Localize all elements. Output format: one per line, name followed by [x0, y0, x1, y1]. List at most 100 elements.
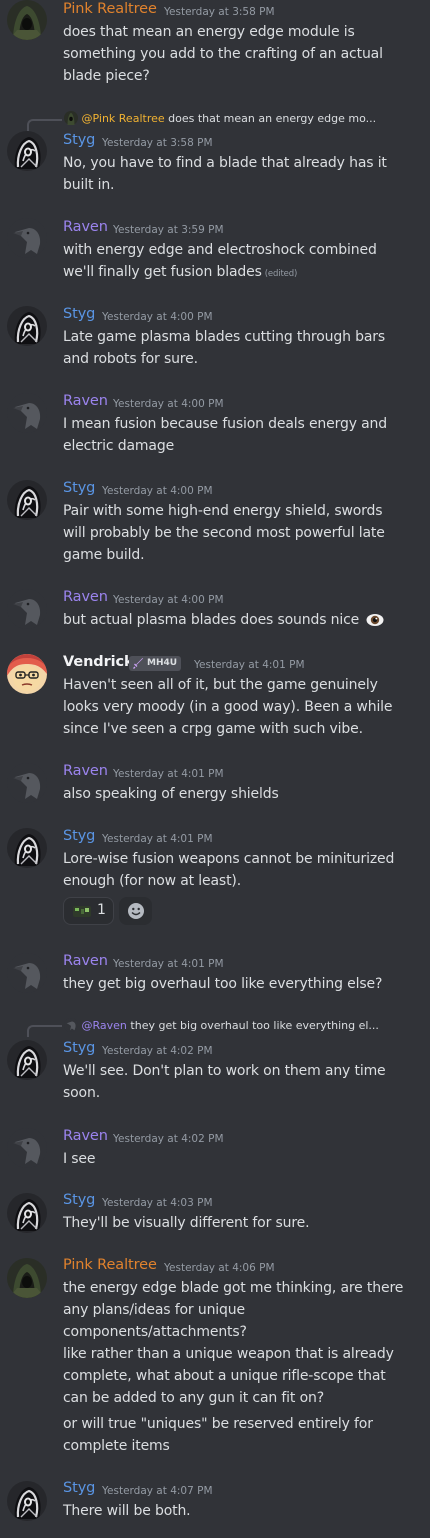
- timestamp: Yesterday at 3:58 PM: [164, 6, 275, 18]
- message-line: We'll see. Don't plan to work on them an…: [63, 1063, 386, 1079]
- avatar-styg[interactable]: [7, 1481, 47, 1521]
- message-text: we'll finally get fusion blades: [63, 264, 262, 280]
- message-line: can be added to any gun it can fit on?: [63, 1390, 324, 1406]
- username[interactable]: Styg: [63, 480, 95, 496]
- timestamp: Yesterday at 4:07 PM: [102, 1485, 213, 1497]
- timestamp: Yesterday at 4:00 PM: [113, 398, 224, 410]
- avatar-raven[interactable]: [7, 393, 47, 433]
- username[interactable]: Raven: [63, 763, 108, 779]
- message-text: but actual plasma blades does sounds nic…: [63, 612, 360, 628]
- timestamp: Yesterday at 4:01 PM: [113, 768, 224, 780]
- message-line: also speaking of energy shields: [63, 786, 279, 802]
- avatar-raven[interactable]: [7, 1128, 47, 1168]
- reply-author: @Pink Realtree: [81, 112, 165, 125]
- message-line: any plans/ideas for unique: [63, 1302, 245, 1318]
- message-line: built in.: [63, 177, 115, 193]
- message-line: something you add to the crafting of an …: [63, 46, 383, 62]
- reply-preview[interactable]: @Pink Realtree does that mean an energy …: [64, 111, 376, 125]
- message-line: No, you have to find a blade that alread…: [63, 155, 387, 171]
- edited-label: (edited): [264, 269, 298, 279]
- timestamp: Yesterday at 4:01 PM: [194, 659, 305, 671]
- message-line: they get big overhaul too like everythin…: [63, 976, 383, 992]
- reply-text: does that mean an energy edge mo...: [168, 112, 377, 125]
- avatar-styg[interactable]: [7, 480, 47, 520]
- timestamp: Yesterday at 4:02 PM: [113, 1133, 224, 1145]
- message-line: There will be both.: [63, 1503, 191, 1519]
- eye-emoji-icon[interactable]: [366, 613, 384, 627]
- avatar-styg[interactable]: [7, 1040, 47, 1080]
- role-badge[interactable]: MH4U: [129, 656, 182, 671]
- username[interactable]: Raven: [63, 393, 108, 409]
- reply-author: @Raven: [81, 1019, 127, 1032]
- timestamp: Yesterday at 4:00 PM: [113, 594, 224, 606]
- username[interactable]: Styg: [63, 1192, 95, 1208]
- avatar-styg[interactable]: [7, 306, 47, 346]
- message-line: components/attachments?: [63, 1324, 247, 1340]
- timestamp: Yesterday at 3:58 PM: [102, 137, 213, 149]
- avatar-styg[interactable]: [7, 828, 47, 868]
- username[interactable]: Styg: [63, 1040, 95, 1056]
- avatar-pink-realtree[interactable]: [7, 0, 47, 40]
- timestamp: Yesterday at 4:01 PM: [113, 958, 224, 970]
- message-line: or will true "uniques" be reserved entir…: [63, 1416, 373, 1432]
- add-reaction-button[interactable]: [119, 897, 152, 925]
- timestamp: Yesterday at 4:02 PM: [102, 1045, 213, 1057]
- message-line: like rather than a unique weapon that is…: [63, 1346, 394, 1362]
- message-line: but actual plasma blades does sounds nic…: [63, 609, 384, 631]
- message-line: the energy edge blade got me thinking, a…: [63, 1280, 404, 1296]
- timestamp: Yesterday at 4:00 PM: [102, 311, 213, 323]
- avatar-vendrick[interactable]: [7, 654, 47, 694]
- avatar-raven[interactable]: [7, 763, 47, 803]
- reaction-button[interactable]: 1: [63, 897, 114, 925]
- reply-text: they get big overhaul too like everythin…: [130, 1019, 379, 1032]
- smiley-icon: [128, 903, 144, 919]
- message-line: complete items: [63, 1438, 170, 1454]
- avatar-raven[interactable]: [7, 953, 47, 993]
- username[interactable]: Styg: [63, 132, 95, 148]
- username[interactable]: Pink Realtree: [63, 1, 157, 17]
- reply-preview[interactable]: @Raven they get big overhaul too like ev…: [64, 1018, 379, 1032]
- message-line: enough (for now at least).: [63, 873, 242, 889]
- username[interactable]: Raven: [63, 589, 108, 605]
- timestamp: Yesterday at 4:03 PM: [102, 1197, 213, 1209]
- message-line: does that mean an energy edge module is: [63, 24, 355, 40]
- username[interactable]: Pink Realtree: [63, 1257, 157, 1273]
- message-line: Pair with some high-end energy shield, s…: [63, 503, 383, 519]
- message-line: electric damage: [63, 438, 175, 454]
- badge-label: MH4U: [147, 658, 178, 668]
- message-line: blade piece?: [63, 68, 150, 84]
- username[interactable]: Vendrick: [63, 654, 134, 670]
- message-line: game build.: [63, 547, 145, 563]
- message-line: I see: [63, 1151, 96, 1167]
- message-line: Lore-wise fusion weapons cannot be minit…: [63, 851, 395, 867]
- reply-avatar-icon: [64, 111, 78, 125]
- message-line: looks very moody (in a good way). Been a…: [63, 699, 393, 715]
- message-line: we'll finally get fusion blades (edited): [63, 261, 297, 285]
- message-line: soon.: [63, 1085, 100, 1101]
- sword-icon: [133, 658, 143, 669]
- avatar-styg[interactable]: [7, 1193, 47, 1233]
- username[interactable]: Raven: [63, 1128, 108, 1144]
- reaction-count: 1: [97, 902, 106, 918]
- message-line: and robots for sure.: [63, 351, 198, 367]
- username[interactable]: Raven: [63, 219, 108, 235]
- timestamp: Yesterday at 4:00 PM: [102, 485, 213, 497]
- message-line: Late game plasma blades cutting through …: [63, 329, 386, 345]
- timestamp: Yesterday at 4:06 PM: [164, 1262, 275, 1274]
- message-line: since I've seen a crpg game with such vi…: [63, 721, 363, 737]
- username[interactable]: Styg: [63, 306, 95, 322]
- username[interactable]: Raven: [63, 953, 108, 969]
- message-line: with energy edge and electroshock combin…: [63, 242, 377, 258]
- custom-emoji-icon: [73, 906, 91, 917]
- message-line: complete, what about a unique rifle-scop…: [63, 1368, 386, 1384]
- message-line: will probably be the second most powerfu…: [63, 525, 385, 541]
- reply-connector: [27, 1025, 62, 1037]
- avatar-raven[interactable]: [7, 589, 47, 629]
- avatar-styg[interactable]: [7, 131, 47, 171]
- timestamp: Yesterday at 3:59 PM: [113, 224, 224, 236]
- avatar-pink-realtree[interactable]: [7, 1258, 47, 1298]
- username[interactable]: Styg: [63, 828, 95, 844]
- message-line: I mean fusion because fusion deals energ…: [63, 416, 388, 432]
- avatar-raven[interactable]: [7, 218, 47, 258]
- username[interactable]: Styg: [63, 1480, 95, 1496]
